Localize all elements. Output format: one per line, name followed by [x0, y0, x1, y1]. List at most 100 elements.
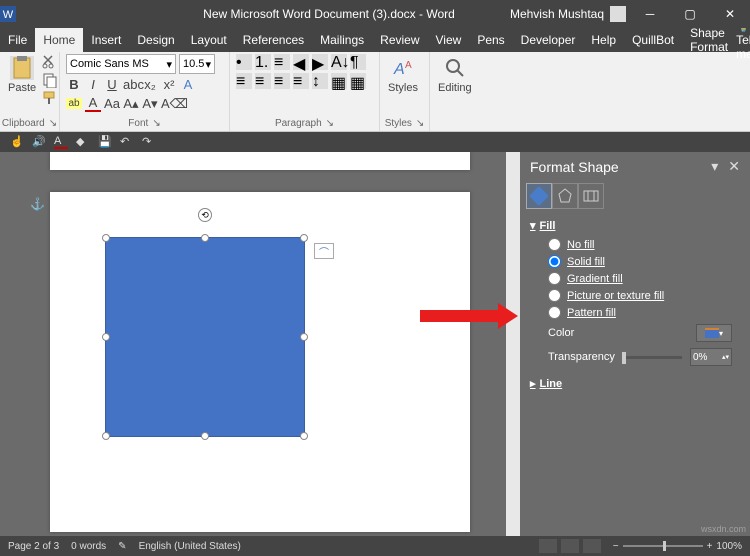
read-mode-icon[interactable] — [539, 539, 557, 553]
web-layout-icon[interactable] — [583, 539, 601, 553]
clear-formatting-icon[interactable]: A⌫ — [161, 96, 177, 112]
align-center-icon[interactable]: ≡ — [255, 73, 271, 89]
fill-option-picture-fill[interactable]: Picture or texture fill — [530, 287, 740, 304]
pane-close-icon[interactable]: ✕ — [728, 158, 740, 175]
tab-file[interactable]: File — [0, 28, 35, 52]
rotate-handle[interactable]: ⟲ — [198, 208, 212, 222]
undo-icon[interactable]: ↶ — [120, 135, 134, 149]
line-section-toggle[interactable]: ▸Line — [530, 377, 740, 390]
multilevel-list-icon[interactable]: ≡ — [274, 54, 290, 70]
subscript-button[interactable]: x₂ — [142, 77, 158, 92]
resize-handle-sw[interactable] — [102, 432, 110, 440]
tab-references[interactable]: References — [235, 28, 312, 52]
resize-handle-ne[interactable] — [300, 234, 308, 242]
zoom-level[interactable]: 100% — [716, 541, 742, 552]
resize-handle-n[interactable] — [201, 234, 209, 242]
paste-button[interactable]: Paste — [6, 54, 38, 96]
transparency-value-input[interactable]: 0%▴▾ — [690, 348, 732, 366]
resize-handle-e[interactable] — [300, 333, 308, 341]
bullets-icon[interactable]: • — [236, 54, 252, 70]
tab-review[interactable]: Review — [372, 28, 427, 52]
tab-quillbot[interactable]: QuillBot — [624, 28, 682, 52]
page-2[interactable]: ⚓ ⟲ ⌒ — [50, 192, 470, 532]
fill-section-toggle[interactable]: ▾Fill — [530, 219, 740, 232]
change-case-button[interactable]: Aa — [104, 96, 120, 111]
touch-mode-icon[interactable]: ☝ — [10, 135, 24, 149]
fill-line-tab[interactable] — [526, 183, 552, 209]
cut-icon[interactable] — [42, 54, 58, 70]
font-color-button[interactable]: A — [85, 95, 101, 112]
vertical-scrollbar[interactable] — [506, 152, 520, 536]
shading-icon[interactable]: ▦ — [331, 73, 347, 89]
tab-developer[interactable]: Developer — [513, 28, 584, 52]
editing-button[interactable]: Editing — [436, 54, 474, 96]
launcher-icon[interactable]: ↘ — [416, 118, 424, 129]
read-aloud-icon[interactable]: 🔊 — [32, 135, 46, 149]
font-name-combobox[interactable]: Comic Sans MS▾ — [66, 54, 176, 74]
shape-qat-icon[interactable]: ◆ — [76, 135, 90, 149]
maximize-button[interactable]: ▢ — [670, 0, 710, 28]
resize-handle-se[interactable] — [300, 432, 308, 440]
page-indicator[interactable]: Page 2 of 3 — [8, 541, 59, 552]
layout-options-button[interactable]: ⌒ — [314, 243, 334, 259]
underline-button[interactable]: U — [104, 77, 120, 92]
fill-color-button[interactable]: ▾ — [696, 324, 732, 342]
fill-option-solid-fill[interactable]: Solid fill — [530, 253, 740, 270]
text-effects-icon[interactable]: A — [180, 77, 196, 92]
font-color-qat-icon[interactable]: A — [54, 135, 68, 149]
line-spacing-icon[interactable]: ↕ — [312, 73, 328, 89]
tab-help[interactable]: Help — [583, 28, 624, 52]
resize-handle-s[interactable] — [201, 432, 209, 440]
tab-design[interactable]: Design — [129, 28, 182, 52]
tab-shape-format[interactable]: Shape Format — [682, 28, 736, 52]
styles-button[interactable]: AA Styles — [386, 54, 420, 96]
zoom-out-button[interactable]: − — [613, 541, 619, 552]
justify-icon[interactable]: ≡ — [293, 73, 309, 89]
tab-insert[interactable]: Insert — [83, 28, 129, 52]
close-button[interactable]: ✕ — [710, 0, 750, 28]
numbering-icon[interactable]: 1. — [255, 54, 271, 70]
bold-button[interactable]: B — [66, 77, 82, 92]
account-area[interactable]: Mehvish Mushtaq — [510, 6, 630, 22]
shrink-font-icon[interactable]: A▾ — [142, 96, 158, 112]
grow-font-icon[interactable]: A▴ — [123, 96, 139, 112]
print-layout-icon[interactable] — [561, 539, 579, 553]
borders-icon[interactable]: ▦ — [350, 73, 366, 89]
resize-handle-nw[interactable] — [102, 234, 110, 242]
save-icon[interactable]: 💾 — [98, 135, 112, 149]
font-size-combobox[interactable]: 10.5▾ — [179, 54, 215, 74]
word-count[interactable]: 0 words — [71, 541, 106, 552]
pane-menu-icon[interactable]: ▾ — [711, 158, 718, 175]
launcher-icon[interactable]: ↘ — [152, 118, 160, 129]
italic-button[interactable]: I — [85, 77, 101, 92]
tab-view[interactable]: View — [428, 28, 470, 52]
tab-mailings[interactable]: Mailings — [312, 28, 372, 52]
align-right-icon[interactable]: ≡ — [274, 73, 290, 89]
tab-pens[interactable]: Pens — [469, 28, 512, 52]
highlight-button[interactable]: ab — [66, 98, 82, 109]
zoom-in-button[interactable]: + — [707, 541, 713, 552]
format-painter-icon[interactable] — [42, 90, 58, 106]
copy-icon[interactable] — [42, 72, 58, 88]
launcher-icon[interactable]: ↘ — [326, 118, 334, 129]
spell-check-icon[interactable]: ✎ — [118, 541, 126, 552]
strike-button[interactable]: abc — [123, 77, 139, 92]
effects-tab[interactable] — [552, 183, 578, 209]
align-left-icon[interactable]: ≡ — [236, 73, 252, 89]
sort-icon[interactable]: A↓ — [331, 54, 347, 70]
rectangle-shape[interactable]: ⟲ ⌒ — [105, 237, 305, 437]
tab-layout[interactable]: Layout — [183, 28, 235, 52]
fill-option-gradient-fill[interactable]: Gradient fill — [530, 270, 740, 287]
minimize-button[interactable]: ─ — [630, 0, 670, 28]
superscript-button[interactable]: x² — [161, 77, 177, 92]
tab-home[interactable]: Home — [35, 28, 83, 52]
show-marks-icon[interactable]: ¶ — [350, 54, 366, 70]
launcher-icon[interactable]: ↘ — [49, 118, 57, 129]
fill-option-pattern-fill[interactable]: Pattern fill — [530, 304, 740, 321]
decrease-indent-icon[interactable]: ◀ — [293, 54, 309, 70]
increase-indent-icon[interactable]: ▶ — [312, 54, 328, 70]
resize-handle-w[interactable] — [102, 333, 110, 341]
redo-icon[interactable]: ↷ — [142, 135, 156, 149]
fill-option-no-fill[interactable]: No fill — [530, 236, 740, 253]
zoom-slider[interactable] — [623, 545, 703, 547]
